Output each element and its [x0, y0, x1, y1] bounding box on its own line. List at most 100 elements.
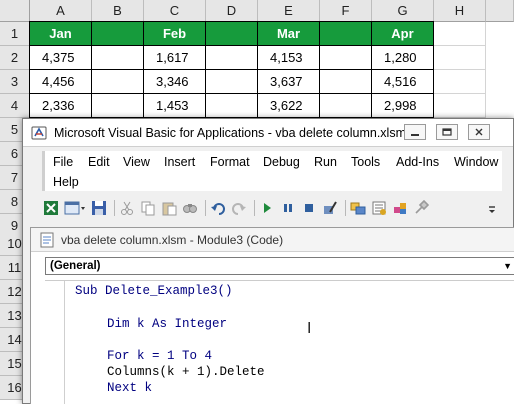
vbe-title-bar[interactable]: Microsoft Visual Basic for Applications … [23, 119, 513, 147]
toolbar-separator [205, 200, 206, 216]
code-line-delete[interactable]: Columns(k + 1).Delete [107, 365, 265, 379]
column-header-f[interactable]: F [320, 0, 372, 22]
cell-f3[interactable] [319, 69, 372, 94]
cell-g2[interactable]: 1,280 [371, 45, 434, 70]
run-icon[interactable] [258, 199, 276, 217]
cell-b4[interactable] [91, 93, 144, 118]
cell-f4[interactable] [319, 93, 372, 118]
restore-icon [442, 128, 452, 136]
toolbar-separator [345, 200, 346, 216]
code-window-title-bar[interactable]: vba delete column.xlsm - Module3 (Code) [31, 228, 514, 252]
object-combo-value: (General) [50, 260, 101, 272]
column-header-b[interactable]: B [92, 0, 144, 22]
cell-d2[interactable] [205, 45, 258, 70]
undo-icon[interactable] [209, 199, 227, 217]
row-header-1[interactable]: 1 [0, 22, 30, 46]
menu-edit[interactable]: Edit [88, 155, 110, 169]
cell-b1[interactable] [91, 21, 144, 46]
code-line-dim[interactable]: Dim k As Integer [107, 317, 227, 331]
menu-file[interactable]: File [53, 155, 73, 169]
code-window-title: vba delete column.xlsm - Module3 (Code) [61, 232, 284, 247]
insert-userform-icon[interactable] [63, 199, 87, 217]
code-window: vba delete column.xlsm - Module3 (Code) … [30, 227, 514, 404]
cell-g3[interactable]: 4,516 [371, 69, 434, 94]
design-mode-icon[interactable] [321, 199, 339, 217]
cell-a1[interactable]: Jan [29, 21, 92, 46]
menu-format[interactable]: Format [210, 155, 250, 169]
column-header-g[interactable]: G [372, 0, 434, 22]
cell-b3[interactable] [91, 69, 144, 94]
cell-a4[interactable]: 2,336 [29, 93, 92, 118]
cell-f1[interactable] [319, 21, 372, 46]
cell-h3[interactable] [434, 70, 486, 94]
column-header-e[interactable]: E [258, 0, 320, 22]
code-line-next[interactable]: Next k [107, 381, 152, 395]
cell-h2[interactable] [434, 46, 486, 70]
toolbar-separator [114, 200, 115, 216]
cell-a2[interactable]: 4,375 [29, 45, 92, 70]
toolbar-overflow-icon[interactable] [488, 200, 496, 216]
column-header-h[interactable]: H [434, 0, 486, 22]
code-line-for[interactable]: For k = 1 To 4 [107, 349, 212, 363]
cell-c3[interactable]: 3,346 [143, 69, 206, 94]
excel-view-icon[interactable] [42, 199, 60, 217]
redo-icon[interactable] [230, 199, 248, 217]
code-line-sub[interactable]: Sub Delete_Example3() [75, 284, 233, 298]
cell-e4[interactable]: 3,622 [257, 93, 320, 118]
cell-e3[interactable]: 3,637 [257, 69, 320, 94]
menu-help[interactable]: Help [53, 175, 79, 189]
cell-a3[interactable]: 4,456 [29, 69, 92, 94]
minimize-button[interactable] [404, 124, 426, 140]
margin-indicator-bar[interactable] [45, 281, 65, 404]
cell-g4[interactable]: 2,998 [371, 93, 434, 118]
close-button[interactable] [468, 124, 490, 140]
properties-icon[interactable] [370, 199, 388, 217]
menu-debug[interactable]: Debug [263, 155, 300, 169]
find-icon[interactable] [181, 199, 199, 217]
vbe-title: Microsoft Visual Basic for Applications … [54, 125, 407, 140]
reset-icon[interactable] [300, 199, 318, 217]
cell-d3[interactable] [205, 69, 258, 94]
object-combo-box[interactable]: (General) ▼ [45, 257, 514, 275]
save-icon[interactable] [90, 199, 108, 217]
cell-f2[interactable] [319, 45, 372, 70]
toolbox-icon[interactable] [412, 199, 430, 217]
vba-app-icon[interactable] [31, 125, 47, 141]
cell-c4[interactable]: 1,453 [143, 93, 206, 118]
combo-dropdown-icon[interactable]: ▼ [503, 261, 512, 271]
cell-h1[interactable] [434, 22, 486, 46]
column-header-c[interactable]: C [144, 0, 206, 22]
cell-d4[interactable] [205, 93, 258, 118]
cell-g1[interactable]: Apr [371, 21, 434, 46]
row-header-4[interactable]: 4 [0, 94, 30, 118]
cell-c1[interactable]: Feb [143, 21, 206, 46]
row-header-2[interactable]: 2 [0, 46, 30, 70]
menu-view[interactable]: View [123, 155, 150, 169]
cell-e1[interactable]: Mar [257, 21, 320, 46]
menu-insert[interactable]: Insert [164, 155, 195, 169]
column-header-i[interactable] [486, 0, 514, 22]
cell-b2[interactable] [91, 45, 144, 70]
menu-run[interactable]: Run [314, 155, 337, 169]
cell-h4[interactable] [434, 94, 486, 118]
cell-e2[interactable]: 4,153 [257, 45, 320, 70]
menu-window[interactable]: Window [454, 155, 498, 169]
code-editor[interactable]: Sub Delete_Example3() Dim k As Integer F… [45, 280, 514, 404]
text-cursor-icon: I [307, 319, 312, 337]
column-header-d[interactable]: D [206, 0, 258, 22]
standard-toolbar [42, 197, 502, 219]
restore-button[interactable] [436, 124, 458, 140]
select-all-corner[interactable] [0, 0, 30, 22]
cut-icon[interactable] [118, 199, 136, 217]
project-explorer-icon[interactable] [349, 199, 367, 217]
copy-icon[interactable] [139, 199, 157, 217]
column-header-a[interactable]: A [30, 0, 92, 22]
object-browser-icon[interactable] [391, 199, 409, 217]
break-icon[interactable] [279, 199, 297, 217]
menu-add-ins[interactable]: Add-Ins [396, 155, 439, 169]
menu-tools[interactable]: Tools [351, 155, 380, 169]
cell-c2[interactable]: 1,617 [143, 45, 206, 70]
row-header-3[interactable]: 3 [0, 70, 30, 94]
cell-d1[interactable] [205, 21, 258, 46]
paste-icon[interactable] [160, 199, 178, 217]
